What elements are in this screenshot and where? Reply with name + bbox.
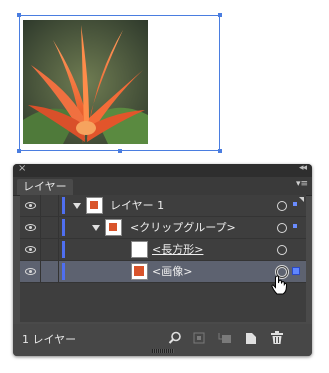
layer-name: <画像> — [152, 265, 193, 278]
panel-titlebar: × ◂◂ — [13, 164, 312, 177]
eye-icon — [25, 224, 36, 231]
layer-count: 1 レイヤー — [22, 333, 77, 346]
eye-icon — [25, 202, 36, 209]
layer-color-indicator — [62, 263, 65, 280]
eye-icon — [25, 246, 36, 253]
target-icon[interactable] — [277, 201, 287, 211]
layer-list-empty-area — [20, 283, 306, 322]
lock-toggle[interactable] — [40, 261, 59, 282]
selection-handle-bottom-left[interactable] — [17, 149, 21, 153]
layer-thumbnail — [86, 197, 103, 214]
layer-row-layer-1[interactable]: レイヤー 1 — [20, 195, 306, 217]
expand-triangle-icon[interactable] — [92, 225, 100, 231]
clipping-mask-icon[interactable] — [192, 331, 206, 345]
visibility-toggle[interactable] — [20, 261, 41, 282]
visibility-toggle[interactable] — [20, 217, 41, 238]
layer-name: <クリップグループ> — [130, 221, 236, 234]
placed-flower-image[interactable] — [23, 20, 148, 144]
selection-handle-bottom-right[interactable] — [218, 149, 222, 153]
layer-color-indicator — [62, 197, 65, 214]
collapse-panel-button[interactable]: ◂◂ — [299, 164, 307, 173]
layer-thumbnail — [131, 263, 148, 280]
lock-toggle[interactable] — [40, 239, 59, 260]
close-panel-button[interactable]: × — [18, 164, 26, 174]
lock-toggle[interactable] — [40, 217, 59, 238]
lock-toggle[interactable] — [40, 195, 59, 216]
layer-row-rectangle[interactable]: <長方形> — [20, 239, 306, 261]
panel-resize-grip[interactable] — [152, 349, 174, 353]
hand-cursor-icon — [271, 275, 288, 295]
trash-icon[interactable] — [270, 331, 284, 345]
target-icon[interactable] — [277, 245, 287, 255]
panel-tabbar: レイヤー ▾≡ — [13, 177, 312, 196]
layer-name: レイヤー 1 — [110, 199, 165, 212]
layer-color-indicator — [62, 219, 65, 236]
tab-layers[interactable]: レイヤー — [17, 179, 73, 195]
new-sublayer-icon[interactable] — [218, 331, 232, 345]
eye-icon — [25, 268, 36, 275]
layer-row-clip-group[interactable]: <クリップグループ> — [20, 217, 306, 239]
expand-triangle-icon[interactable] — [73, 203, 81, 209]
selection-indicator[interactable] — [293, 202, 297, 206]
selection-handle-top-right[interactable] — [218, 13, 222, 17]
corner-indicator-icon — [299, 197, 304, 202]
visibility-toggle[interactable] — [20, 195, 41, 216]
selection-handle-top-left[interactable] — [17, 13, 21, 17]
layer-thumbnail — [131, 241, 148, 258]
layer-name: <長方形> — [152, 243, 204, 256]
layers-panel: × ◂◂ レイヤー ▾≡ レイヤー 1 <クリップグループ> <長方形> <画像… — [13, 164, 312, 356]
selection-indicator[interactable] — [293, 224, 297, 228]
selection-indicator[interactable] — [292, 267, 300, 275]
panel-footer: 1 レイヤー — [13, 324, 312, 356]
layer-color-indicator — [62, 241, 65, 258]
layer-row-image[interactable]: <画像> — [20, 261, 306, 283]
search-icon[interactable] — [168, 331, 182, 345]
layer-list: レイヤー 1 <クリップグループ> <長方形> <画像> — [20, 195, 306, 322]
visibility-toggle[interactable] — [20, 239, 41, 260]
layer-thumbnail — [105, 219, 122, 236]
selection-handle-bottom-middle[interactable] — [118, 149, 122, 153]
panel-menu-button[interactable]: ▾≡ — [296, 179, 308, 189]
target-icon[interactable] — [277, 223, 287, 233]
new-layer-icon[interactable] — [244, 331, 258, 345]
